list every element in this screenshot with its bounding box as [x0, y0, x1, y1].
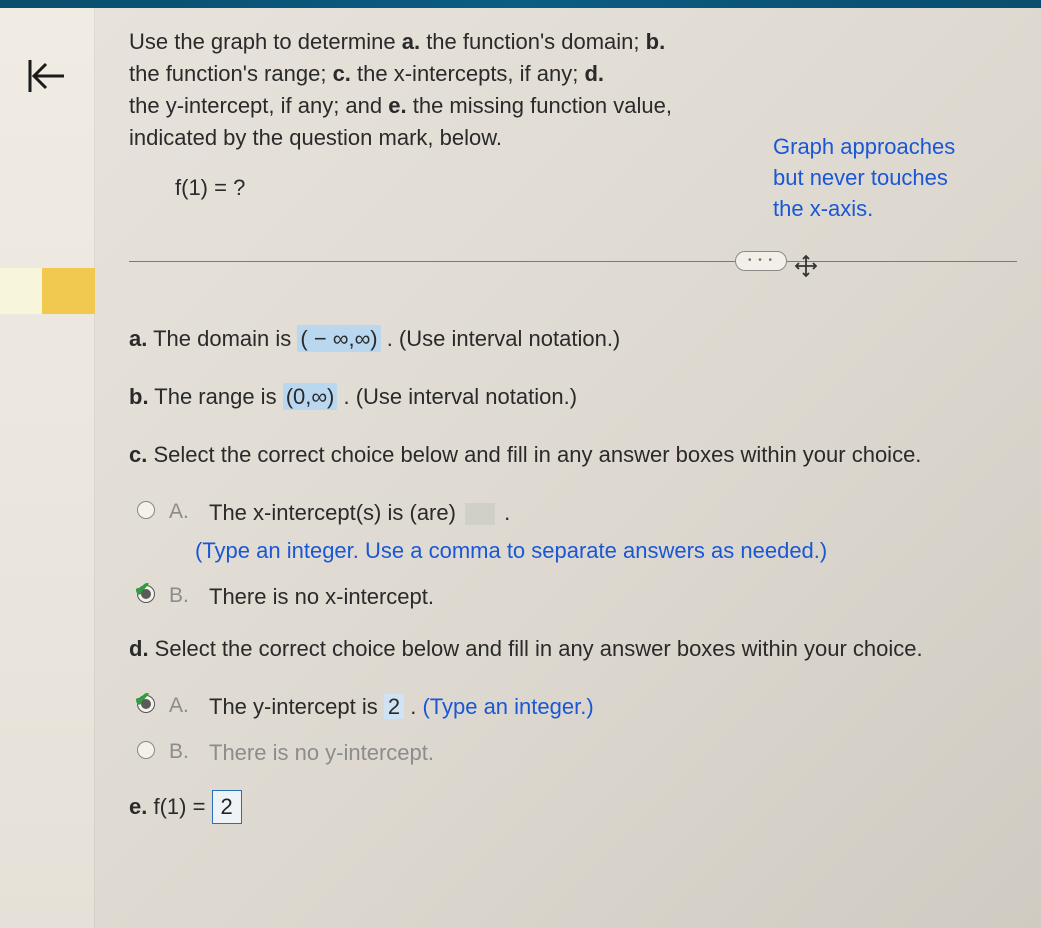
e-label: e.: [129, 794, 147, 819]
b-pre: The range is: [149, 384, 283, 409]
q-a-bold: a.: [402, 29, 420, 54]
d-optA-t1: The y-intercept is: [209, 694, 384, 719]
separator-handle[interactable]: • • •: [735, 251, 787, 271]
e-value[interactable]: 2: [212, 790, 242, 824]
q-l3-pre: the y-intercept, if any; and: [129, 93, 388, 118]
q-l3-post: the missing function value,: [407, 93, 672, 118]
q-l4: indicated by the question mark, below.: [129, 125, 502, 150]
radio-icon[interactable]: ✔: [137, 585, 155, 603]
q-b-bold: b.: [646, 29, 666, 54]
d-prompt: Select the correct choice below and fill…: [149, 636, 923, 661]
d-label: d.: [129, 636, 149, 661]
marker-gold: [42, 268, 95, 314]
b-label: b.: [129, 384, 149, 409]
a-pre: The domain is: [147, 326, 297, 351]
q-l1-post: the function's domain;: [420, 29, 646, 54]
c-option-b[interactable]: ✔ B. There is no x-intercept.: [137, 581, 1017, 613]
answer-b: b. The range is (0,∞) . (Use interval no…: [129, 381, 1017, 413]
d-optB-text: There is no y-intercept.: [209, 737, 1017, 769]
question-text: Use the graph to determine a. the functi…: [129, 26, 769, 154]
d-optA-hint: (Type an integer.): [422, 694, 593, 719]
d-choices: ✔ A. The y-intercept is 2 . (Type an int…: [129, 691, 1017, 769]
separator-dots: • • •: [748, 254, 774, 269]
c-option-a[interactable]: A. The x-intercept(s) is (are) .: [137, 497, 1017, 529]
left-sidebar: [0, 8, 95, 928]
answer-e: e. f(1) = 2: [129, 790, 1017, 824]
move-icon[interactable]: [793, 253, 819, 279]
c-optA-t1: The x-intercept(s) is (are): [209, 500, 462, 525]
c-prompt: Select the correct choice below and fill…: [147, 442, 921, 467]
q-e-bold: e.: [388, 93, 406, 118]
radio-icon[interactable]: ✔: [137, 695, 155, 713]
e-pre: f(1) =: [147, 794, 211, 819]
d-option-a[interactable]: ✔ A. The y-intercept is 2 . (Type an int…: [137, 691, 1017, 723]
radio-icon[interactable]: [137, 501, 155, 519]
c-choices: A. The x-intercept(s) is (are) . (Type a…: [129, 497, 1017, 613]
asymptote-note: Graph approaches but never touches the x…: [773, 132, 1013, 224]
c-optB-letter: B.: [169, 581, 195, 611]
d-optA-text: The y-intercept is 2 . (Type an integer.…: [209, 691, 1017, 723]
asym-l3: the x-axis.: [773, 196, 873, 221]
window-topbar: [0, 0, 1041, 8]
d-option-b[interactable]: B. There is no y-intercept.: [137, 737, 1017, 769]
check-icon: ✔: [134, 576, 151, 605]
d-optA-val[interactable]: 2: [384, 694, 404, 719]
c-label: c.: [129, 442, 147, 467]
radio-icon[interactable]: [137, 741, 155, 759]
answer-a: a. The domain is ( − ∞,∞) . (Use interva…: [129, 323, 1017, 355]
check-icon: ✔: [134, 686, 151, 715]
a-value[interactable]: ( − ∞,∞): [297, 325, 380, 352]
asym-l2: but never touches: [773, 165, 948, 190]
d-optA-letter: A.: [169, 691, 195, 721]
content-area: Use the graph to determine a. the functi…: [95, 8, 1041, 928]
a-post: . (Use interval notation.): [381, 326, 621, 351]
d-optB-letter: B.: [169, 737, 195, 767]
sidebar-progress-marker: [0, 268, 95, 314]
q-l2-mid: the x-intercepts, if any;: [351, 61, 585, 86]
d-optA-t2: .: [404, 694, 422, 719]
c-optA-letter: A.: [169, 497, 195, 527]
a-label: a.: [129, 326, 147, 351]
q-d-bold: d.: [584, 61, 604, 86]
q-l2-pre: the function's range;: [129, 61, 333, 86]
separator-line: [129, 261, 1017, 262]
c-optA-t2: .: [498, 500, 510, 525]
fill-blank[interactable]: [465, 503, 495, 525]
answers-block: a. The domain is ( − ∞,∞) . (Use interva…: [129, 323, 1017, 824]
c-optA-hint: (Type an integer. Use a comma to separat…: [195, 535, 1017, 567]
back-icon[interactable]: [22, 52, 70, 100]
answer-c: c. Select the correct choice below and f…: [129, 439, 1017, 471]
answer-d: d. Select the correct choice below and f…: [129, 633, 1017, 665]
b-post: . (Use interval notation.): [337, 384, 577, 409]
q-c-bold: c.: [333, 61, 351, 86]
asym-l1: Graph approaches: [773, 134, 955, 159]
b-value[interactable]: (0,∞): [283, 383, 338, 410]
c-optA-text: The x-intercept(s) is (are) .: [209, 497, 1017, 529]
c-optB-text: There is no x-intercept.: [209, 581, 1017, 613]
marker-pale: [0, 268, 42, 314]
q-l1-pre: Use the graph to determine: [129, 29, 402, 54]
separator: • • •: [129, 251, 1017, 271]
